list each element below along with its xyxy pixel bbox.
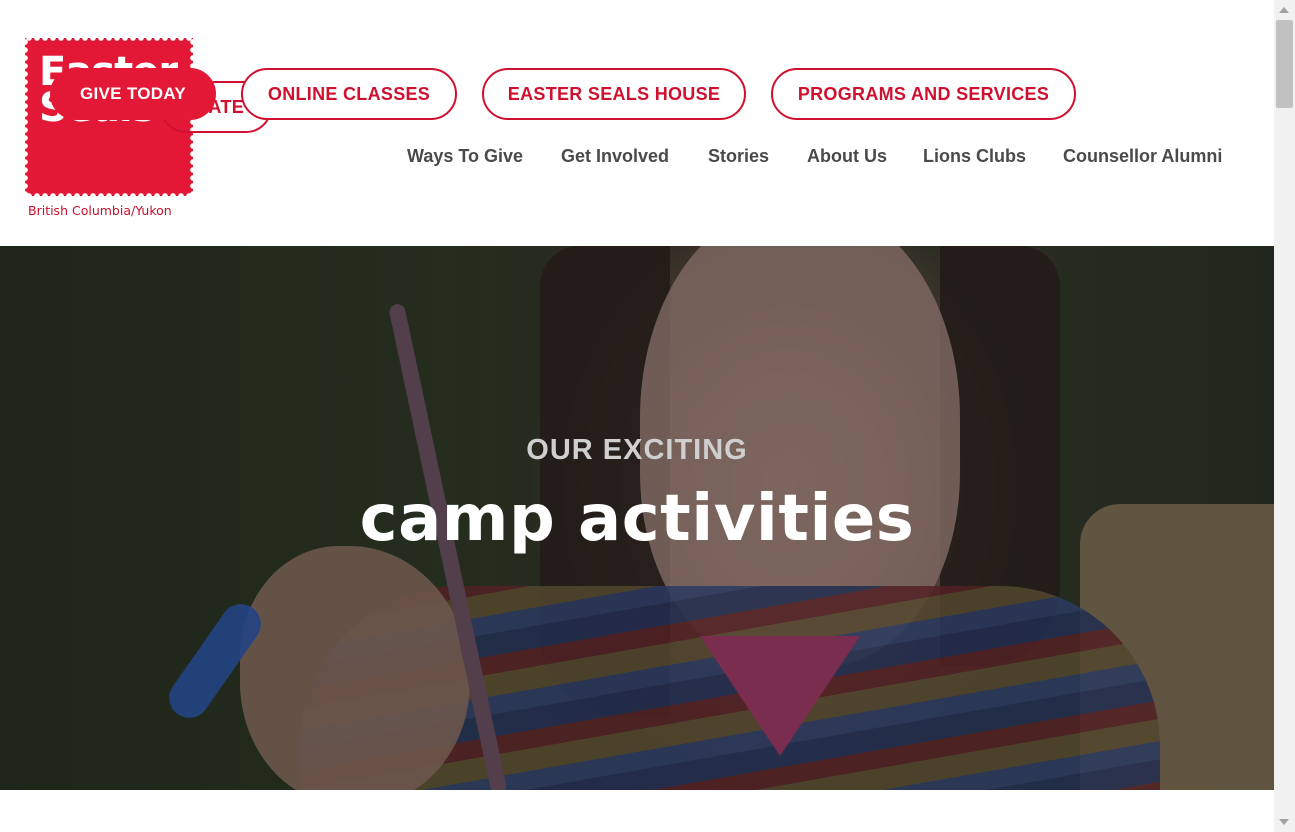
online-classes-button[interactable]: ONLINE CLASSES	[241, 68, 457, 120]
hero-headline: camp activities	[359, 482, 915, 556]
arrow-down-icon[interactable]	[1279, 819, 1289, 825]
page-scrollbar[interactable]	[1274, 0, 1295, 832]
hero-kicker: OUR EXCITING	[526, 434, 748, 466]
nav-item-ways-to-give[interactable]: Ways To Give	[407, 146, 523, 167]
stamp-edge-left	[22, 38, 28, 196]
nav-item-stories[interactable]: Stories	[708, 146, 769, 167]
scrollbar-thumb[interactable]	[1276, 20, 1293, 108]
main-nav: Ways To Give Get Involved Stories About …	[0, 146, 1274, 170]
nav-item-lions-clubs[interactable]: Lions Clubs	[923, 146, 1026, 167]
nav-item-get-involved[interactable]: Get Involved	[561, 146, 669, 167]
give-today-button[interactable]: GIVE TODAY	[50, 68, 216, 120]
logo-subtitle: British Columbia/Yukon	[28, 203, 172, 218]
arrow-up-icon[interactable]	[1279, 7, 1289, 13]
programs-and-services-button[interactable]: PROGRAMS AND SERVICES	[771, 68, 1076, 120]
easter-seals-house-button[interactable]: EASTER SEALS HOUSE	[482, 68, 746, 120]
nav-item-counsellor-alumni[interactable]: Counsellor Alumni	[1063, 146, 1222, 167]
site-header: Easter Seals British Columbia/Yukon DONA…	[0, 0, 1274, 246]
nav-item-about-us[interactable]: About Us	[807, 146, 887, 167]
hero-banner: OUR EXCITING camp activities	[0, 246, 1274, 790]
